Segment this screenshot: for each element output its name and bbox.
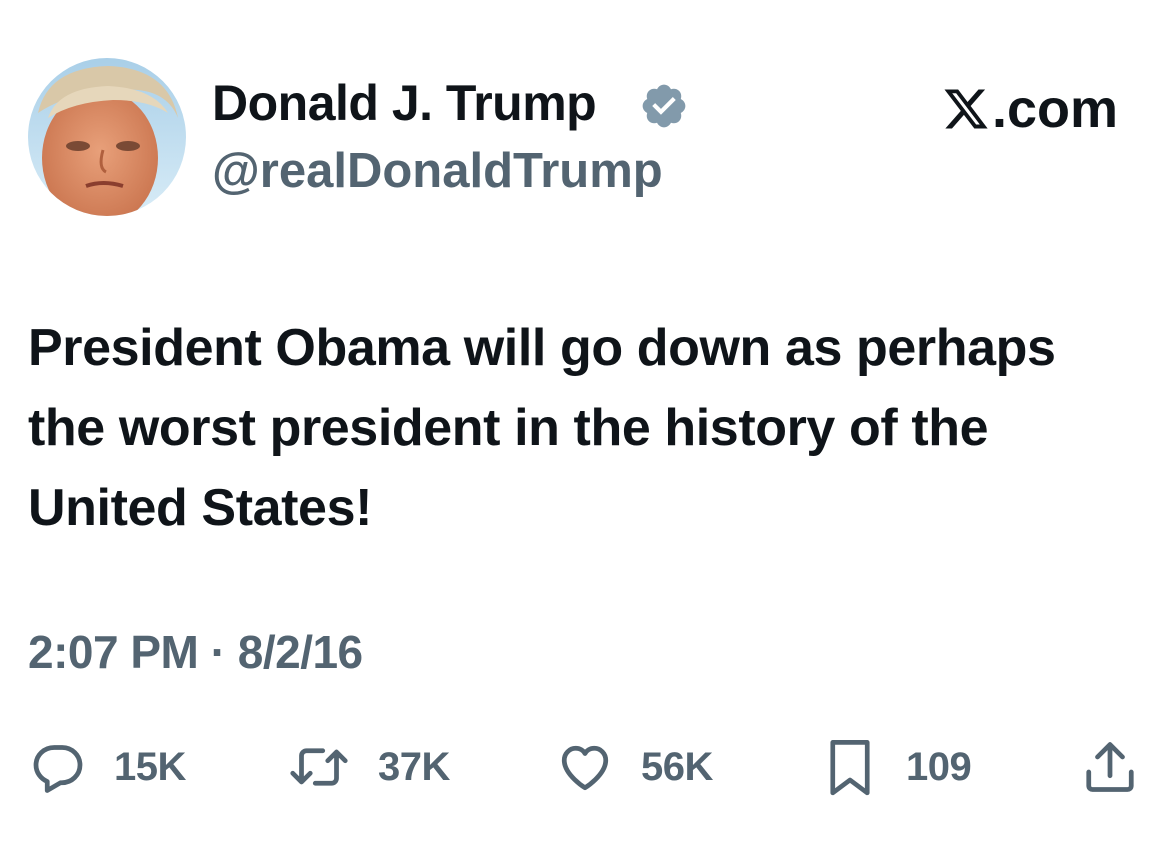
share-button[interactable] [1080, 735, 1140, 799]
tweet-text: President Obama will go down as perhaps … [28, 319, 1056, 537]
like-count: 56K [641, 744, 713, 789]
avatar-image [28, 58, 186, 216]
retweet-icon [290, 748, 348, 786]
like-button[interactable]: 56K [555, 735, 713, 799]
reply-button[interactable]: 15K [28, 735, 186, 799]
share-icon [1086, 742, 1134, 792]
x-brand: .com [942, 78, 1118, 140]
bookmark-button[interactable]: 109 [820, 735, 972, 799]
timestamp-separator: · [210, 626, 226, 678]
tweet-timestamp[interactable]: 2:07 PM · 8/2/16 [28, 625, 363, 679]
retweet-button[interactable]: 37K [286, 735, 450, 799]
bookmark-count: 109 [906, 744, 972, 789]
brand-domain-label: .com [991, 79, 1118, 139]
bookmark-icon [830, 740, 870, 796]
reply-icon [33, 745, 83, 793]
author-handle[interactable]: @realDonaldTrump [212, 143, 663, 199]
reply-count: 15K [114, 744, 186, 789]
heart-icon [561, 745, 609, 791]
tweet-action-bar: 15K 37K 56K 109 [0, 735, 1158, 799]
tweet-time: 2:07 PM [28, 626, 199, 678]
avatar[interactable] [28, 58, 186, 216]
verified-badge-icon [642, 84, 686, 128]
retweet-count: 37K [378, 744, 450, 789]
x-logo-icon [944, 89, 988, 129]
author-display-name[interactable]: Donald J. Trump [212, 74, 597, 132]
tweet-date: 8/2/16 [237, 626, 363, 678]
